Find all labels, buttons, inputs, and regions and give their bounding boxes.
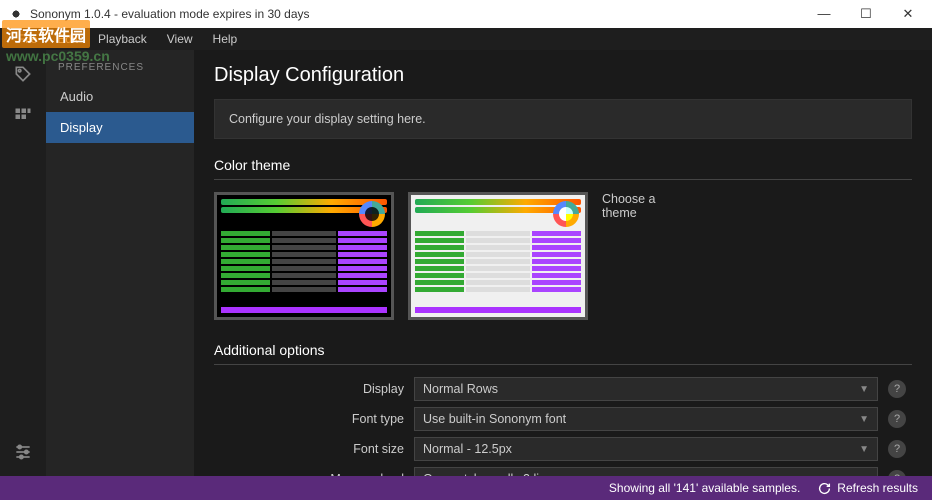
font-type-select[interactable]: Use built-in Sononym font▼ [414,407,878,431]
refresh-button[interactable]: Refresh results [818,481,918,495]
content: Display Configuration Configure your dis… [194,50,932,476]
section-additional: Additional options [214,342,912,365]
chevron-down-icon: ▼ [859,384,869,395]
minimize-button[interactable]: — [812,6,836,22]
status-text: Showing all '141' available samples. [609,481,800,495]
sidebar-header: PREFERENCES [46,50,194,81]
help-icon[interactable]: ? [888,410,906,428]
menu-playback[interactable]: Playback [88,32,157,46]
menu-view[interactable]: View [157,32,203,46]
help-icon[interactable]: ? [888,440,906,458]
display-label: Display [214,382,404,396]
sidebar: PREFERENCES Audio Display [46,50,194,476]
section-color-theme: Color theme [214,157,912,180]
font-size-label: Font size [214,442,404,456]
menu-file[interactable]: File [8,32,47,46]
iconbar [0,50,46,476]
help-icon[interactable]: ? [888,470,906,476]
font-size-select[interactable]: Normal - 12.5px▼ [414,437,878,461]
font-type-label: Font type [214,412,404,426]
page-title: Display Configuration [214,64,912,87]
theme-dark[interactable] [214,192,394,320]
sidebar-item-audio[interactable]: Audio [46,81,194,112]
tag-icon[interactable] [11,62,35,86]
grid-icon[interactable] [11,104,35,128]
window-title: Sononym 1.0.4 - evaluation mode expires … [30,7,310,21]
close-button[interactable]: ✕ [896,6,920,22]
app-icon [8,6,24,22]
info-box: Configure your display setting here. [214,99,912,139]
statusbar: Showing all '141' available samples. Ref… [0,476,932,500]
help-icon[interactable]: ? [888,380,906,398]
refresh-icon [818,482,831,495]
chevron-down-icon: ▼ [859,474,869,477]
maximize-button[interactable]: ☐ [854,6,878,22]
chevron-down-icon: ▼ [859,444,869,455]
sidebar-item-display[interactable]: Display [46,112,194,143]
theme-light[interactable] [408,192,588,320]
menubar: File Edit Playback View Help [0,28,932,50]
chevron-down-icon: ▼ [859,414,869,425]
titlebar: Sononym 1.0.4 - evaluation mode expires … [0,0,932,28]
settings-icon[interactable] [11,440,35,464]
menu-edit[interactable]: Edit [47,32,88,46]
menu-help[interactable]: Help [203,32,248,46]
display-select[interactable]: Normal Rows▼ [414,377,878,401]
mouse-wheel-label: Mouse wheel [214,472,404,476]
mouse-wheel-select[interactable]: One notch scrolls 2 lines▼ [414,467,878,476]
theme-description: Choose a theme [602,192,682,220]
